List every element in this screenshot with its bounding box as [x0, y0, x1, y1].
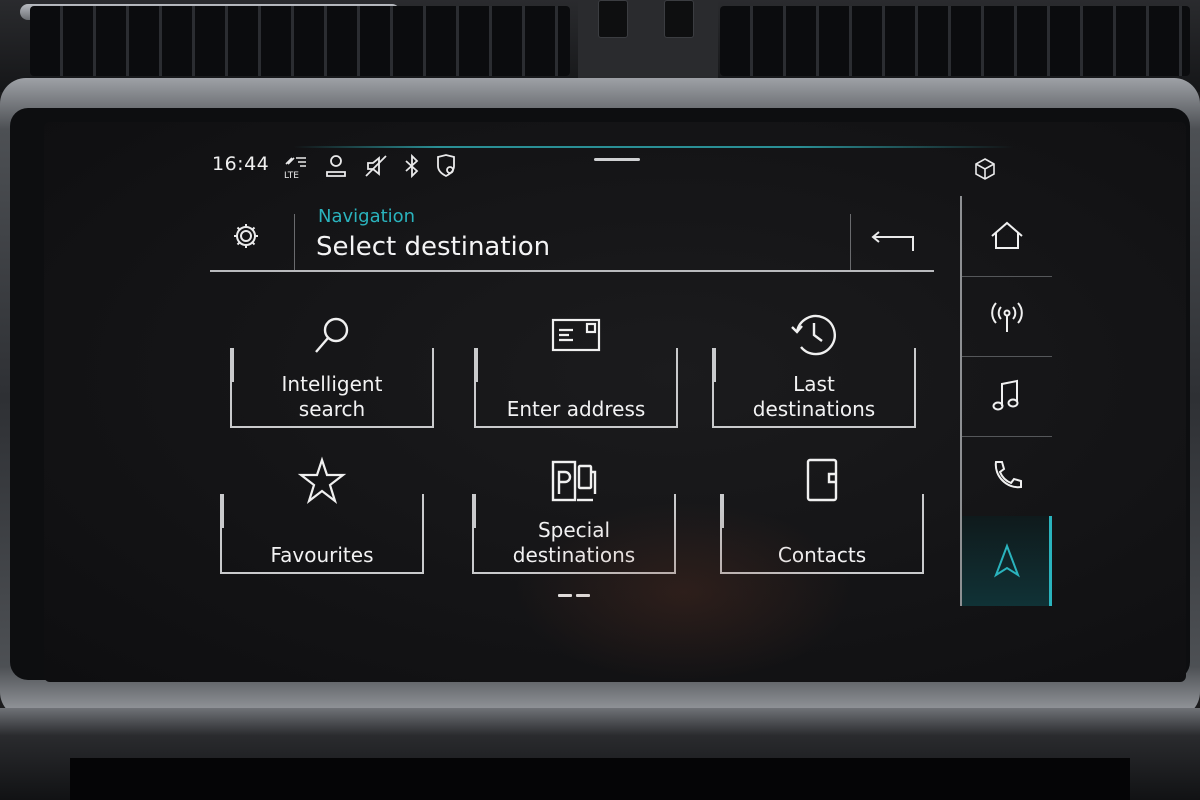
nav-header: Navigation Select destination	[210, 184, 934, 272]
section-label: Navigation	[318, 206, 416, 227]
rail-phone-button[interactable]	[962, 436, 1052, 517]
tile-label: Special destinations	[512, 518, 636, 567]
right-nav-rail	[960, 196, 1054, 606]
tile-intelligent-search[interactable]: Intelligent search	[230, 308, 434, 428]
vent-knob	[664, 0, 694, 38]
header-divider	[294, 214, 295, 270]
navigation-ui: 16:44 LTE Navigation Select destination …	[44, 122, 1186, 682]
tile-last-destinations[interactable]: Last destinations	[712, 308, 916, 428]
air-vent-left	[30, 6, 570, 76]
user-profile-icon	[322, 152, 350, 180]
status-bar: 16:44 LTE	[212, 150, 972, 182]
tile-label: Last destinations	[752, 372, 876, 421]
settings-button[interactable]	[220, 210, 272, 262]
rail-media-button[interactable]	[962, 356, 1052, 437]
back-arrow-icon	[871, 231, 914, 251]
rail-home-button[interactable]	[962, 196, 1052, 277]
dashboard-slot	[70, 758, 1130, 800]
header-underline	[210, 270, 934, 272]
page-title: Select destination	[316, 232, 551, 262]
tile-special-destinations[interactable]: Special destinations	[472, 454, 676, 574]
bluetooth-icon	[398, 152, 426, 180]
tile-label: Enter address	[506, 397, 646, 421]
vent-knob	[598, 0, 628, 38]
page-dot-active	[558, 594, 572, 597]
mute-icon	[362, 152, 390, 180]
rail-radio-button[interactable]	[962, 276, 1052, 357]
infotainment-screen: 16:44 LTE Navigation Select destination …	[44, 122, 1186, 682]
location-shield-icon	[432, 152, 460, 180]
radio-antenna-icon	[991, 302, 1023, 332]
cube-icon[interactable]	[972, 156, 998, 182]
status-divider	[294, 146, 1014, 148]
tile-favourites[interactable]: Favourites	[220, 454, 424, 574]
lte-signal-icon: LTE	[282, 152, 310, 181]
tile-contacts[interactable]: Contacts	[720, 454, 924, 574]
rail-navigation-button[interactable]	[962, 516, 1052, 606]
tile-enter-address[interactable]: Enter address	[474, 308, 678, 428]
tile-label: Favourites	[270, 543, 374, 567]
music-note-icon	[992, 379, 1019, 411]
tile-label: Contacts	[777, 543, 867, 567]
page-dot	[576, 594, 590, 597]
status-time: 16:44	[212, 153, 270, 175]
gear-icon	[234, 224, 258, 248]
air-vent-right	[720, 6, 1190, 76]
pull-down-handle[interactable]	[594, 158, 640, 161]
home-icon	[991, 221, 1023, 249]
phone-icon	[994, 461, 1022, 489]
tile-label: Intelligent search	[281, 372, 383, 421]
vent-center-panel	[578, 0, 718, 78]
page-indicator[interactable]	[558, 594, 598, 598]
navigation-arrow-icon	[993, 543, 1021, 578]
back-button[interactable]	[850, 214, 933, 270]
svg-text:LTE: LTE	[284, 171, 299, 180]
